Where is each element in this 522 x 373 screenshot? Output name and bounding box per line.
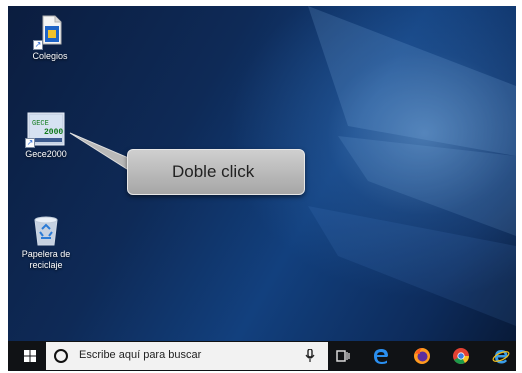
desktop-icon-gece2000[interactable]: GECE 2000 ↗ Gece2000 bbox=[11, 112, 81, 160]
shortcut-arrow-icon: ↗ bbox=[33, 40, 43, 50]
desktop-icon-label: Papelera de reciclaje bbox=[21, 249, 71, 270]
taskbar-search-box[interactable]: Escribe aquí para buscar bbox=[46, 342, 328, 370]
colegios-shortcut-icon: ↗ bbox=[33, 14, 65, 50]
desktop-icon-label: Colegios bbox=[32, 51, 68, 61]
gece2000-app-icon: GECE 2000 ↗ bbox=[25, 112, 65, 148]
internet-explorer-icon[interactable] bbox=[492, 347, 510, 365]
firefox-icon[interactable] bbox=[413, 347, 431, 365]
desktop-icon-recycle-bin[interactable]: Papelera de reciclaje bbox=[11, 214, 81, 271]
desktop-icon-label: Gece2000 bbox=[25, 149, 67, 159]
cortana-circle-icon bbox=[54, 349, 68, 363]
taskbar: Escribe aquí para buscar bbox=[8, 341, 516, 371]
gece-badge-text-a: GECE bbox=[32, 120, 49, 128]
task-view-icon[interactable] bbox=[334, 347, 352, 365]
windows-start-icon[interactable] bbox=[24, 350, 36, 362]
desktop-icon-colegios[interactable]: ↗ Colegios bbox=[15, 14, 85, 62]
shortcut-arrow-icon: ↗ bbox=[25, 138, 35, 148]
doble-click-callout: Doble click bbox=[127, 149, 305, 195]
microphone-icon[interactable] bbox=[305, 349, 315, 363]
edge-icon[interactable] bbox=[372, 347, 390, 365]
search-placeholder: Escribe aquí para buscar bbox=[79, 349, 202, 361]
recycle-bin-icon bbox=[32, 214, 60, 246]
chrome-icon[interactable] bbox=[452, 347, 470, 365]
gece-badge-text-b: 2000 bbox=[44, 128, 63, 137]
